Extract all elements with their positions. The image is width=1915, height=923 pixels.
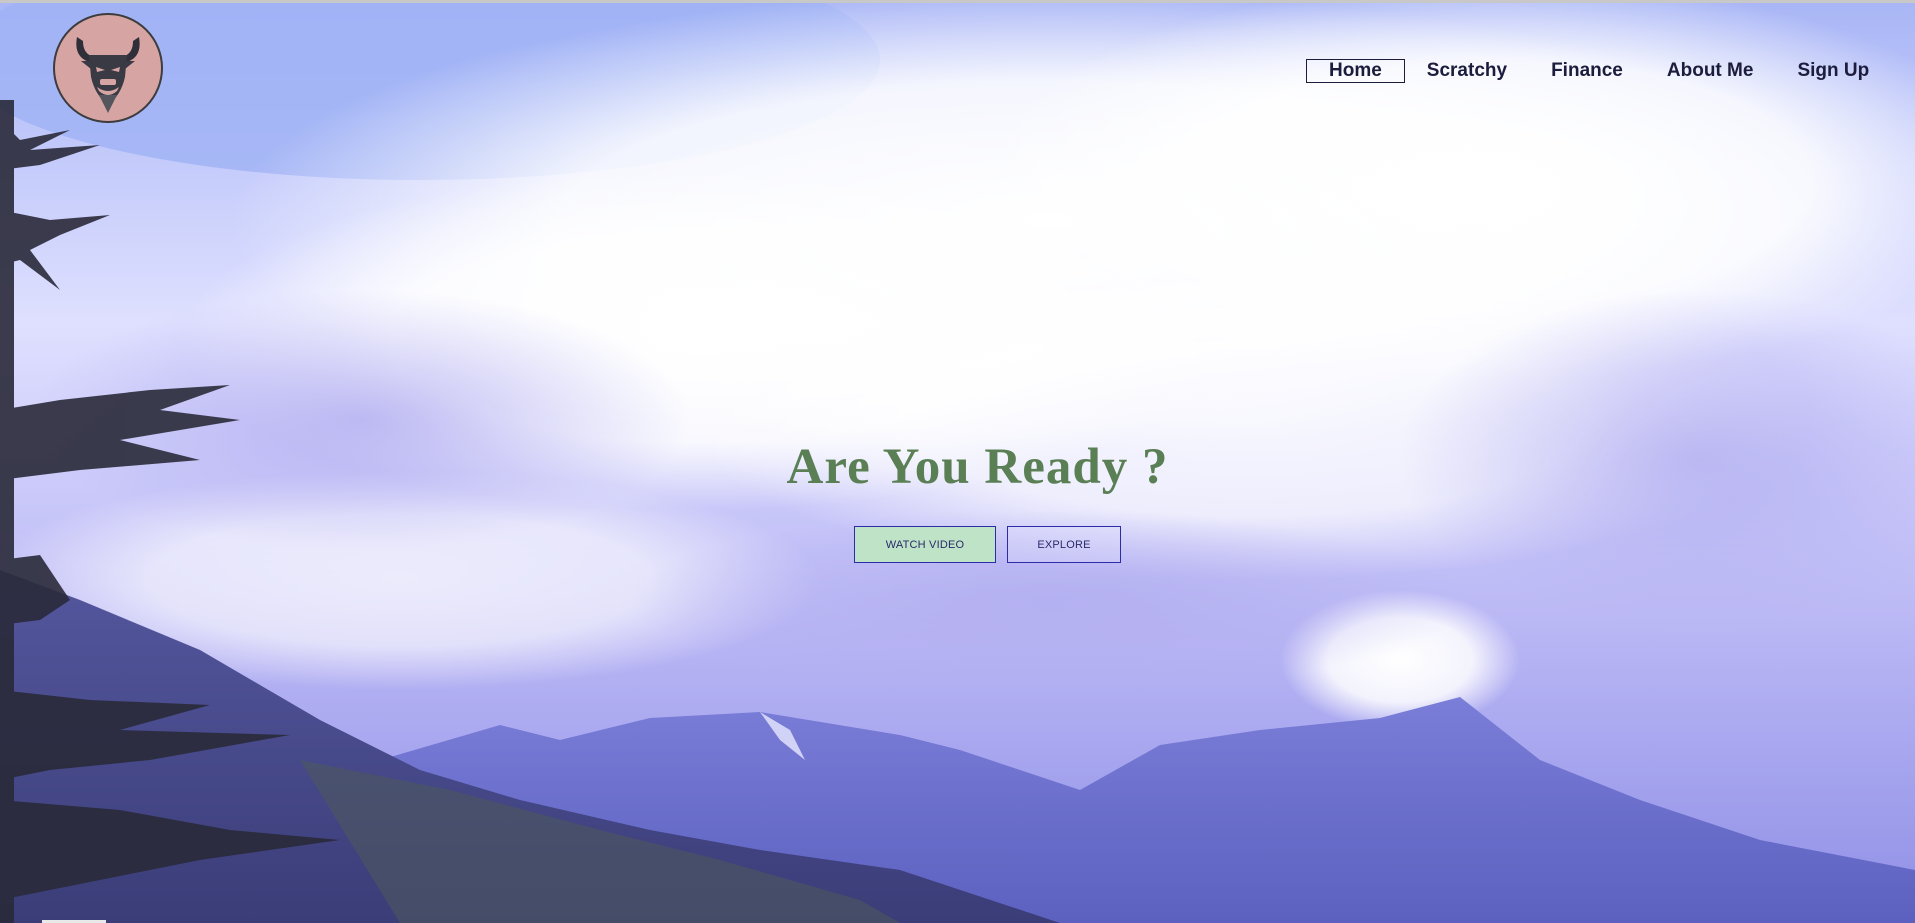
main-nav: Home Scratchy Finance About Me Sign Up <box>1306 57 1869 85</box>
hero-title: Are You Ready ? <box>786 439 1169 495</box>
nav-about-me[interactable]: About Me <box>1667 60 1754 82</box>
nav-scratchy[interactable]: Scratchy <box>1427 60 1507 82</box>
nav-finance[interactable]: Finance <box>1551 60 1623 82</box>
hero-buttons: WATCH VIDEO EXPLORE <box>854 526 1121 563</box>
landing-page: Home Scratchy Finance About Me Sign Up A… <box>0 0 1915 923</box>
window-top-border <box>0 0 1915 3</box>
bull-skull-icon <box>76 37 140 113</box>
watch-video-button[interactable]: WATCH VIDEO <box>854 526 996 563</box>
site-logo[interactable] <box>53 13 163 123</box>
nav-home[interactable]: Home <box>1306 59 1405 83</box>
explore-button[interactable]: EXPLORE <box>1007 526 1121 563</box>
nav-sign-up[interactable]: Sign Up <box>1797 60 1869 82</box>
